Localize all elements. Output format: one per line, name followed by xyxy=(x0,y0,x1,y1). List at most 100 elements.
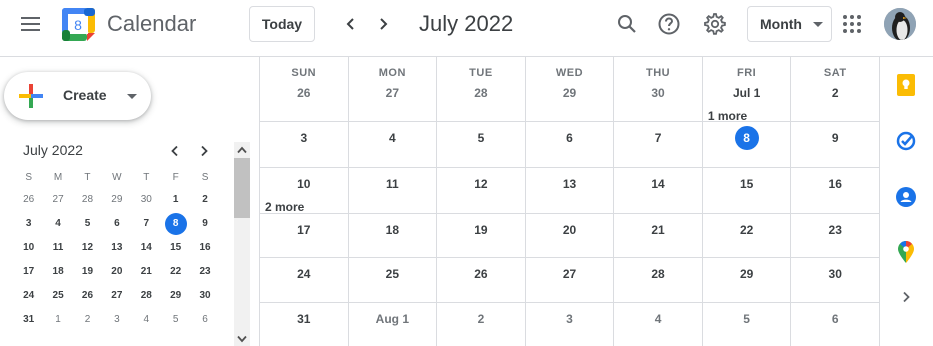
date-number[interactable]: 27 xyxy=(349,86,437,100)
mini-calendar-day[interactable]: 27 xyxy=(102,284,131,308)
mini-calendar-day[interactable]: 16 xyxy=(190,236,219,260)
date-number[interactable]: 7 xyxy=(614,131,702,145)
day-cell[interactable]: 14 xyxy=(614,168,703,213)
day-cell[interactable]: 16 xyxy=(791,168,880,213)
mini-calendar-day[interactable]: 2 xyxy=(190,188,219,212)
sidebar-scrollbar[interactable] xyxy=(234,142,250,346)
mini-calendar-day[interactable]: 19 xyxy=(73,260,102,284)
mini-calendar-day[interactable]: 24 xyxy=(14,284,43,308)
date-number[interactable]: 19 xyxy=(437,223,525,237)
date-number[interactable]: 25 xyxy=(349,267,437,281)
mini-calendar-day[interactable]: 7 xyxy=(132,212,161,236)
day-cell[interactable]: 21 xyxy=(614,214,703,257)
account-avatar[interactable] xyxy=(884,8,916,40)
search-button[interactable] xyxy=(614,11,640,37)
date-number[interactable]: 24 xyxy=(260,267,348,281)
day-cell[interactable]: 23 xyxy=(791,214,880,257)
date-number[interactable]: 29 xyxy=(526,86,614,100)
date-number[interactable]: 2 xyxy=(791,86,879,100)
date-number[interactable]: 22 xyxy=(703,223,791,237)
day-cell[interactable]: 6 xyxy=(791,303,880,346)
create-button[interactable]: Create xyxy=(4,72,151,120)
date-number[interactable]: 9 xyxy=(791,131,879,145)
mini-calendar-next-button[interactable] xyxy=(195,142,213,160)
day-cell[interactable]: 15 xyxy=(703,168,792,213)
date-number[interactable]: 31 xyxy=(260,312,348,326)
day-cell[interactable]: 7 xyxy=(614,122,703,167)
mini-calendar-day[interactable]: 4 xyxy=(43,212,72,236)
date-number[interactable]: 12 xyxy=(437,177,525,191)
mini-calendar-day-today[interactable]: 8 xyxy=(161,212,190,236)
date-number[interactable]: 6 xyxy=(526,131,614,145)
date-number[interactable]: 18 xyxy=(349,223,437,237)
day-cell[interactable]: MON 27 xyxy=(349,57,438,121)
day-cell[interactable]: TUE 28 xyxy=(437,57,526,121)
date-number[interactable]: 26 xyxy=(437,267,525,281)
mini-calendar-day[interactable]: 3 xyxy=(14,212,43,236)
date-number[interactable]: 23 xyxy=(791,223,879,237)
google-apps-button[interactable] xyxy=(839,11,865,37)
mini-calendar-day[interactable]: 23 xyxy=(190,260,219,284)
day-cell[interactable]: 3 xyxy=(526,303,615,346)
date-number[interactable]: 11 xyxy=(349,177,437,191)
mini-calendar-day[interactable]: 25 xyxy=(43,284,72,308)
date-number[interactable]: 26 xyxy=(260,86,348,100)
mini-calendar-prev-button[interactable] xyxy=(166,142,184,160)
mini-calendar-day[interactable]: 6 xyxy=(102,212,131,236)
date-number[interactable]: 28 xyxy=(437,86,525,100)
mini-calendar-day[interactable]: 26 xyxy=(14,188,43,212)
date-number[interactable]: 20 xyxy=(526,223,614,237)
day-cell[interactable]: 5 xyxy=(437,122,526,167)
date-number[interactable]: 10 xyxy=(260,177,348,191)
day-cell[interactable]: 6 xyxy=(526,122,615,167)
mini-calendar-day[interactable]: 31 xyxy=(14,308,43,332)
maps-button[interactable] xyxy=(895,241,917,263)
mini-calendar-day[interactable]: 10 xyxy=(14,236,43,260)
contacts-button[interactable] xyxy=(895,186,917,208)
today-button[interactable]: Today xyxy=(249,6,315,42)
mini-calendar-day[interactable]: 2 xyxy=(73,308,102,332)
mini-calendar-day[interactable]: 20 xyxy=(102,260,131,284)
day-cell[interactable]: 19 xyxy=(437,214,526,257)
date-number[interactable]: 27 xyxy=(526,267,614,281)
next-period-button[interactable] xyxy=(372,13,394,35)
mini-calendar-day[interactable]: 29 xyxy=(161,284,190,308)
day-cell[interactable]: 8 xyxy=(703,122,792,167)
mini-calendar-day[interactable]: 12 xyxy=(73,236,102,260)
mini-calendar-day[interactable]: 22 xyxy=(161,260,190,284)
mini-calendar-day[interactable]: 15 xyxy=(161,236,190,260)
date-number[interactable]: 14 xyxy=(614,177,702,191)
mini-calendar-day[interactable]: 5 xyxy=(161,308,190,332)
mini-calendar-day[interactable]: 1 xyxy=(161,188,190,212)
day-cell[interactable]: 30 xyxy=(791,258,880,302)
day-cell[interactable]: 18 xyxy=(349,214,438,257)
mini-calendar-day[interactable]: 13 xyxy=(102,236,131,260)
date-number[interactable]: 3 xyxy=(526,312,614,326)
mini-calendar-day[interactable]: 1 xyxy=(43,308,72,332)
mini-calendar-day[interactable]: 26 xyxy=(73,284,102,308)
mini-calendar-day[interactable]: 17 xyxy=(14,260,43,284)
day-cell[interactable]: 10 2 more xyxy=(260,168,349,214)
day-cell[interactable]: SUN 26 xyxy=(260,57,349,121)
date-number[interactable]: Aug 1 xyxy=(349,312,437,326)
day-cell[interactable]: 4 xyxy=(349,122,438,167)
scrollbar-thumb[interactable] xyxy=(234,158,250,218)
date-number[interactable]: 4 xyxy=(349,131,437,145)
scroll-up-button[interactable] xyxy=(234,143,250,157)
day-cell[interactable]: 2 xyxy=(437,303,526,346)
mini-calendar-day[interactable]: 21 xyxy=(132,260,161,284)
view-switcher[interactable]: Month xyxy=(747,6,832,42)
day-cell[interactable]: THU 30 xyxy=(614,57,703,121)
date-number[interactable]: 29 xyxy=(703,267,791,281)
day-cell[interactable]: 11 xyxy=(349,168,438,213)
settings-button[interactable] xyxy=(702,11,728,37)
day-cell[interactable]: WED 29 xyxy=(526,57,615,121)
date-number[interactable]: 6 xyxy=(791,312,879,326)
keep-button[interactable] xyxy=(895,74,917,96)
mini-calendar-day[interactable]: 30 xyxy=(132,188,161,212)
date-number[interactable]: 15 xyxy=(703,177,791,191)
date-number[interactable]: 17 xyxy=(260,223,348,237)
menu-icon[interactable] xyxy=(17,12,45,36)
day-cell[interactable]: 4 xyxy=(614,303,703,346)
mini-calendar-day[interactable]: 3 xyxy=(102,308,131,332)
